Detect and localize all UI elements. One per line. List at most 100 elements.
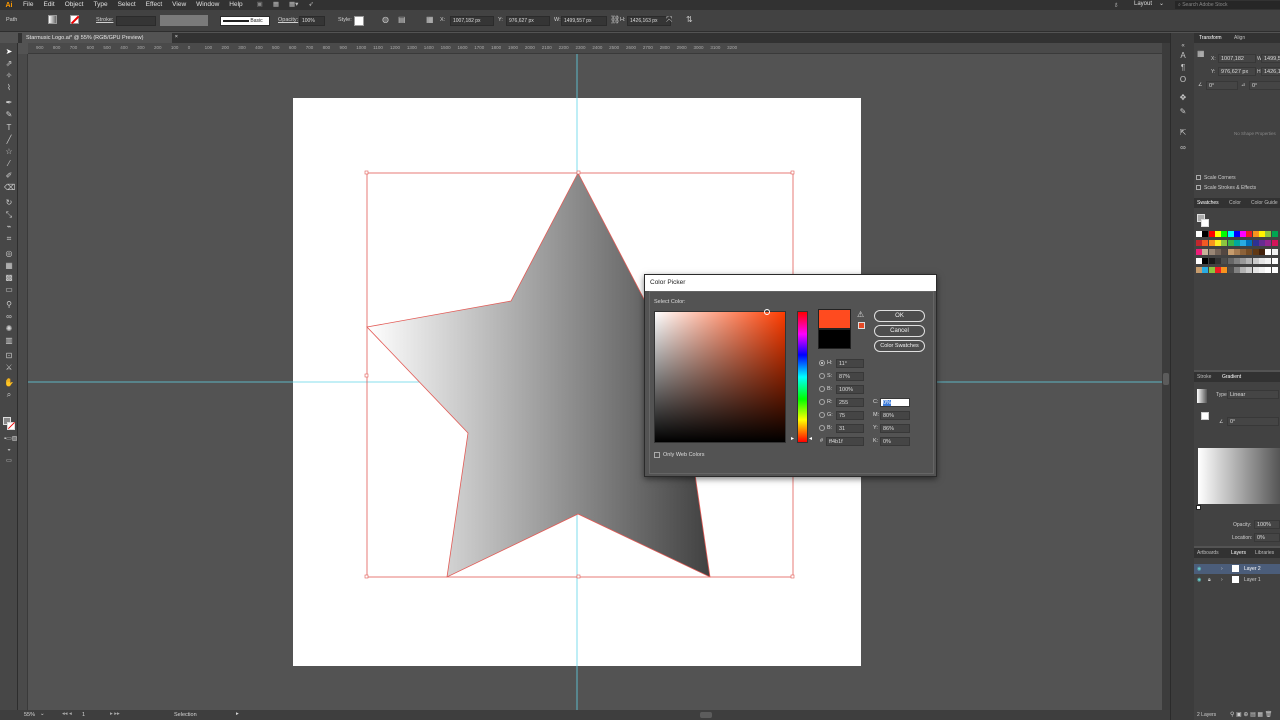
color-swatch[interactable] xyxy=(1214,267,1221,273)
saturation-brightness-field[interactable] xyxy=(654,309,786,443)
color-swatch[interactable] xyxy=(1202,231,1209,237)
rotate-angle-field[interactable]: 0° xyxy=(1206,81,1238,90)
red-field[interactable]: 255 xyxy=(836,398,864,407)
color-swatch[interactable] xyxy=(1271,240,1278,246)
menu-help[interactable]: Help xyxy=(224,0,247,10)
color-swatch[interactable] xyxy=(1208,231,1215,237)
arrange-docs-icon[interactable]: ▦▾ xyxy=(284,0,303,10)
gradient-type-select[interactable]: Linear xyxy=(1227,390,1279,399)
gradient-location-field[interactable]: 0% xyxy=(1254,533,1280,542)
color-swatch[interactable] xyxy=(1259,267,1265,273)
color-swatch[interactable] xyxy=(1214,249,1221,255)
color-swatch[interactable] xyxy=(1233,258,1240,264)
isolate-icon[interactable]: ⇅ xyxy=(686,15,693,24)
zoom-tool-icon[interactable]: ⌕ xyxy=(4,390,14,400)
blend-tool-icon[interactable]: ∞ xyxy=(4,312,14,322)
color-swatch[interactable] xyxy=(1252,267,1259,273)
brightness-field[interactable]: 100% xyxy=(836,385,864,394)
color-swatch[interactable] xyxy=(1227,258,1234,264)
tab-gradient[interactable]: Gradient xyxy=(1222,374,1241,380)
recolor-artwork-icon[interactable]: ◍ xyxy=(382,15,389,24)
menu-edit[interactable]: Edit xyxy=(38,0,59,10)
color-swatch[interactable] xyxy=(1246,267,1253,273)
status-arrow-icon[interactable]: ▸ xyxy=(236,711,239,717)
lasso-icon[interactable]: ⌇ xyxy=(4,83,14,93)
gradient-tool-icon[interactable]: ▭ xyxy=(4,285,14,295)
color-swatch[interactable] xyxy=(1214,240,1221,246)
black-field[interactable]: 0% xyxy=(880,437,910,446)
color-swatch[interactable] xyxy=(1265,258,1272,264)
shape-builder-icon[interactable]: ◎ xyxy=(4,249,14,259)
yellow-field[interactable]: 86% xyxy=(880,424,910,433)
layer-row[interactable]: ◉ › Layer 2 xyxy=(1194,564,1280,574)
visibility-eye-icon[interactable]: ◉ xyxy=(1197,566,1201,572)
swatch-grid[interactable] xyxy=(1196,231,1280,275)
gradient-opacity-field[interactable]: 100% xyxy=(1254,520,1280,529)
color-swatch[interactable] xyxy=(1227,267,1234,273)
ok-button[interactable]: OK xyxy=(874,310,925,322)
color-swatch[interactable] xyxy=(1240,267,1247,273)
transform-y-field[interactable]: 976,627 px xyxy=(1218,67,1256,76)
cyan-field[interactable]: 0% xyxy=(880,398,910,407)
direct-selection-tool-icon[interactable]: ⇗ xyxy=(4,59,14,69)
magenta-field[interactable]: 80% xyxy=(880,411,910,420)
color-swatch[interactable] xyxy=(1265,231,1272,237)
menu-effect[interactable]: Effect xyxy=(141,0,168,10)
color-swatch[interactable] xyxy=(1271,231,1278,237)
tab-layers[interactable]: Layers xyxy=(1231,550,1246,556)
free-transform-icon[interactable]: ⌗ xyxy=(4,234,14,244)
color-swatch[interactable] xyxy=(1221,231,1228,237)
color-swatch[interactable] xyxy=(1221,249,1228,255)
scroll-thumb[interactable] xyxy=(1163,373,1169,385)
fill-swatch[interactable] xyxy=(48,15,57,24)
brightness-radio[interactable] xyxy=(819,386,825,392)
layer-name[interactable]: Layer 2 xyxy=(1244,566,1261,572)
transform-x-field[interactable]: 1007,182 xyxy=(1218,54,1256,63)
variable-width-profile[interactable] xyxy=(160,15,208,26)
color-swatch[interactable] xyxy=(1240,249,1247,255)
color-swatch[interactable] xyxy=(1214,231,1221,237)
h-field[interactable]: 1426,163 px xyxy=(627,16,671,26)
color-swatch[interactable] xyxy=(1252,249,1259,255)
tab-color-guide[interactable]: Color Guide xyxy=(1251,200,1278,206)
eraser-icon[interactable]: ⌫ xyxy=(4,183,15,193)
zoom-level[interactable]: 55% xyxy=(24,712,35,718)
color-swatch[interactable] xyxy=(1196,231,1202,237)
zoom-chevron-icon[interactable]: ⌄ xyxy=(40,711,45,717)
color-swatch[interactable] xyxy=(1240,258,1247,264)
swatches-stroke-well[interactable] xyxy=(1201,219,1209,227)
stroke-swatch[interactable] xyxy=(70,15,80,24)
color-swatch[interactable] xyxy=(1227,231,1234,237)
color-swatch[interactable] xyxy=(1208,240,1215,246)
color-swatch[interactable] xyxy=(1196,258,1202,264)
color-swatch[interactable] xyxy=(1221,258,1228,264)
scale-tool-icon[interactable]: ⤡ xyxy=(4,210,14,220)
links-panel-icon[interactable]: ∞ xyxy=(1178,143,1188,153)
color-swatches-button[interactable]: Color Swatches xyxy=(874,340,925,352)
gradient-stroke-well[interactable] xyxy=(1201,412,1209,420)
hue-slider[interactable] xyxy=(797,311,808,443)
graphic-styles-icon[interactable]: ✎ xyxy=(1178,107,1188,117)
color-swatch[interactable] xyxy=(1233,267,1240,273)
symbol-sprayer-icon[interactable]: ✺ xyxy=(4,324,14,334)
vertical-ruler[interactable] xyxy=(18,54,28,710)
screen-mode-icon[interactable]: ▭ xyxy=(4,456,14,466)
close-tab-icon[interactable]: × xyxy=(175,34,178,40)
slice-tool-icon[interactable]: ⚔ xyxy=(4,363,14,373)
blue-radio[interactable] xyxy=(819,425,825,431)
green-radio[interactable] xyxy=(819,412,825,418)
color-mode-icon[interactable]: ▪▭▨ xyxy=(4,434,17,444)
color-swatch[interactable] xyxy=(1246,231,1253,237)
tab-color[interactable]: Color xyxy=(1229,200,1241,206)
tab-artboards[interactable]: Artboards xyxy=(1197,550,1219,556)
align-icon[interactable]: ▤ xyxy=(398,15,406,24)
artboard-number[interactable]: 1 xyxy=(82,712,85,718)
artboard-tool-icon[interactable]: ⊡ xyxy=(4,351,14,361)
color-swatch[interactable] xyxy=(1233,231,1240,237)
expand-chevron-icon[interactable]: › xyxy=(1221,566,1223,572)
color-swatch[interactable] xyxy=(1196,240,1202,246)
color-swatch[interactable] xyxy=(1208,258,1215,264)
gradient-angle-field[interactable]: 0° xyxy=(1227,417,1279,426)
artwork-layer[interactable] xyxy=(28,54,1162,710)
workspace-switcher[interactable]: Layout xyxy=(1134,1,1152,7)
